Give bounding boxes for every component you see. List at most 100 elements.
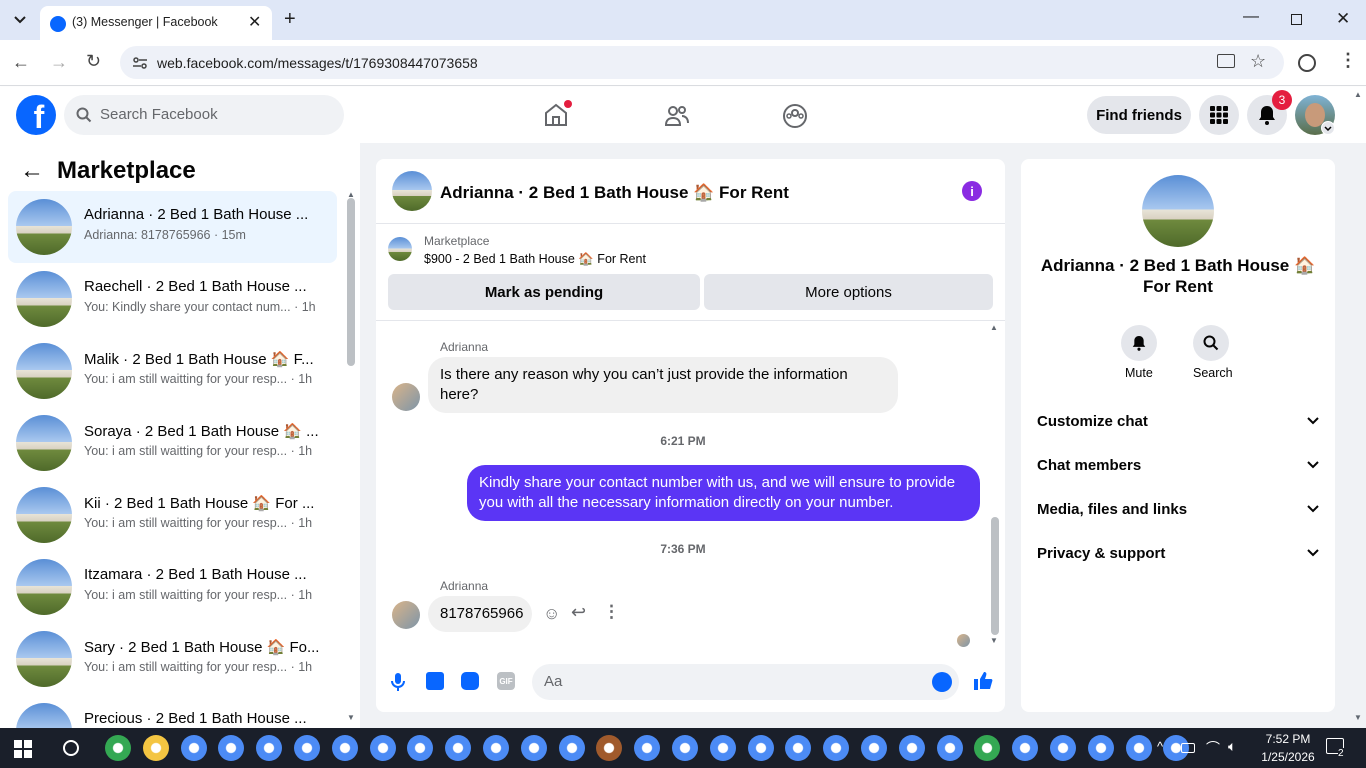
chat-list-item[interactable]: Raechell · 2 Bed 1 Bath House ... You: Ki… bbox=[8, 263, 337, 335]
tab-close-icon[interactable]: ✕ bbox=[248, 12, 261, 32]
info-icon[interactable]: i bbox=[962, 181, 982, 201]
info-section-row[interactable]: Media, files and links bbox=[1037, 487, 1319, 531]
chrome-window-icon[interactable] bbox=[898, 735, 925, 761]
page-scroll-up-icon[interactable]: ▲ bbox=[1354, 90, 1362, 99]
thumbs-up-icon[interactable] bbox=[973, 671, 993, 691]
forward-icon[interactable]: → bbox=[50, 52, 68, 73]
chrome-window-icon[interactable] bbox=[596, 735, 623, 761]
facebook-logo-icon[interactable]: f bbox=[16, 95, 56, 135]
microphone-icon[interactable] bbox=[391, 672, 405, 692]
new-tab-icon[interactable]: + bbox=[284, 8, 296, 31]
scroll-up-icon[interactable]: ▲ bbox=[347, 190, 355, 199]
chrome-window-icon[interactable] bbox=[1087, 735, 1114, 761]
install-app-icon[interactable] bbox=[1217, 54, 1235, 68]
profile-avatar[interactable] bbox=[1142, 175, 1214, 247]
chat-list-item[interactable]: Sary · 2 Bed 1 Bath House 🏠 Fo... You: i … bbox=[8, 623, 337, 695]
page-scroll-down-icon[interactable]: ▼ bbox=[1354, 713, 1362, 722]
chat-list-item[interactable]: Itzamara · 2 Bed 1 Bath House ... You: i … bbox=[8, 551, 337, 623]
chrome-window-icon[interactable] bbox=[407, 735, 434, 761]
account-chevron-icon[interactable] bbox=[1321, 121, 1335, 135]
sidebar-scrollbar[interactable] bbox=[347, 198, 355, 366]
chat-list-item[interactable]: Malik · 2 Bed 1 Bath House 🏠 F... You: i … bbox=[8, 335, 337, 407]
chrome-window-icon[interactable] bbox=[520, 735, 547, 761]
battery-icon[interactable] bbox=[1181, 743, 1195, 753]
listing-title[interactable]: $900 - 2 Bed 1 Bath House 🏠 For Rent bbox=[424, 252, 646, 267]
maximize-icon[interactable] bbox=[1291, 14, 1302, 25]
chrome-window-icon[interactable] bbox=[558, 735, 585, 761]
scroll-down-icon[interactable]: ▼ bbox=[347, 713, 355, 722]
clock-time[interactable]: 7:52 PM bbox=[1258, 732, 1318, 746]
chrome-window-icon[interactable] bbox=[218, 735, 245, 761]
tab-search-chevron-icon[interactable] bbox=[8, 8, 32, 32]
chrome-window-icon[interactable] bbox=[936, 735, 963, 761]
sticker-icon[interactable] bbox=[461, 672, 479, 690]
message-input[interactable]: Aa bbox=[532, 664, 959, 700]
message-bubble[interactable]: 8178765966 bbox=[428, 596, 532, 632]
profile-icon[interactable] bbox=[1298, 54, 1316, 72]
chat-list-item[interactable]: Soraya · 2 Bed 1 Bath House 🏠 ... You: i … bbox=[8, 407, 337, 479]
info-section-row[interactable]: Customize chat bbox=[1037, 399, 1319, 443]
wifi-icon[interactable]: ⌒ bbox=[1206, 738, 1220, 758]
omnibox[interactable]: web.facebook.com/messages/t/176930844707… bbox=[120, 46, 1284, 79]
site-settings-icon[interactable] bbox=[132, 55, 148, 71]
close-window-icon[interactable]: ✕ bbox=[1336, 9, 1350, 29]
chrome-window-icon[interactable] bbox=[256, 735, 283, 761]
chrome-window-icon[interactable] bbox=[823, 735, 850, 761]
groups-icon[interactable] bbox=[782, 103, 808, 129]
chrome-window-icon[interactable] bbox=[709, 735, 736, 761]
browser-menu-icon[interactable]: ⋮ bbox=[1339, 50, 1357, 71]
sender-avatar[interactable] bbox=[392, 601, 420, 629]
clock-date[interactable]: 1/25/2026 bbox=[1254, 750, 1322, 764]
gif-icon[interactable]: GIF bbox=[497, 672, 515, 690]
chrome-window-icon[interactable] bbox=[974, 735, 1001, 761]
chrome-window-icon[interactable] bbox=[1125, 735, 1152, 761]
mark-as-pending-button[interactable]: Mark as pending bbox=[388, 274, 700, 310]
reply-icon[interactable]: ↩ bbox=[571, 602, 586, 623]
chrome-window-icon[interactable] bbox=[1050, 735, 1076, 761]
listing-thumbnail[interactable] bbox=[388, 237, 412, 261]
conversation-avatar[interactable] bbox=[392, 171, 432, 211]
chrome-window-icon[interactable] bbox=[180, 735, 207, 761]
info-section-row[interactable]: Chat members bbox=[1037, 443, 1319, 487]
message-more-icon[interactable]: ⋮ bbox=[603, 602, 620, 622]
search-conversation-icon[interactable] bbox=[1193, 325, 1229, 361]
emoji-icon[interactable] bbox=[932, 672, 952, 692]
sender-avatar[interactable] bbox=[392, 383, 420, 411]
chrome-window-icon[interactable] bbox=[445, 735, 472, 761]
menu-grid-icon[interactable] bbox=[1199, 95, 1239, 135]
minimize-icon[interactable]: — bbox=[1243, 8, 1259, 26]
search-facebook-input[interactable]: Search Facebook bbox=[64, 95, 344, 135]
chrome-window-icon[interactable] bbox=[331, 735, 358, 761]
chrome-window-icon[interactable] bbox=[1012, 735, 1039, 761]
file-explorer-icon[interactable] bbox=[142, 735, 169, 761]
search-label[interactable]: Search bbox=[1193, 366, 1233, 380]
photo-icon[interactable] bbox=[426, 672, 444, 690]
chrome-window-icon[interactable] bbox=[369, 735, 396, 761]
messages-scrollbar[interactable] bbox=[991, 517, 999, 635]
search-circle-icon[interactable] bbox=[63, 740, 79, 756]
bookmark-star-icon[interactable]: ☆ bbox=[1250, 51, 1266, 72]
chrome-window-icon[interactable] bbox=[747, 735, 774, 761]
chrome-window-icon[interactable] bbox=[785, 735, 812, 761]
react-icon[interactable]: ☺ bbox=[543, 604, 560, 624]
browser-tab[interactable]: (3) Messenger | Facebook ✕ bbox=[40, 6, 272, 40]
volume-icon[interactable]: 🔈︎ bbox=[1228, 738, 1236, 755]
reload-icon[interactable]: ↻ bbox=[86, 51, 101, 72]
chrome-window-icon[interactable] bbox=[483, 735, 509, 761]
chrome-window-icon[interactable] bbox=[294, 735, 320, 761]
message-bubble[interactable]: Is there any reason why you can’t just p… bbox=[428, 357, 898, 413]
find-friends-button[interactable]: Find friends bbox=[1087, 96, 1191, 134]
chrome-window-icon[interactable] bbox=[105, 735, 131, 761]
chat-list-item[interactable]: Adrianna · 2 Bed 1 Bath House ... Adriann… bbox=[8, 191, 337, 263]
chrome-window-icon[interactable] bbox=[672, 735, 698, 761]
scroll-up-icon[interactable]: ▲ bbox=[990, 323, 998, 332]
info-section-row[interactable]: Privacy & support bbox=[1037, 531, 1319, 575]
home-icon[interactable] bbox=[543, 100, 572, 127]
mute-label[interactable]: Mute bbox=[1125, 366, 1153, 380]
more-options-button[interactable]: More options bbox=[704, 274, 993, 310]
windows-start-icon[interactable] bbox=[14, 740, 32, 758]
tray-chevron-icon[interactable]: ^ bbox=[1157, 739, 1163, 754]
chat-list-item[interactable]: Kii · 2 Bed 1 Bath House 🏠 For ... You: i… bbox=[8, 479, 337, 551]
my-message-bubble[interactable]: Kindly share your contact number with us… bbox=[467, 465, 980, 521]
back-arrow-icon[interactable]: ← bbox=[20, 157, 44, 185]
